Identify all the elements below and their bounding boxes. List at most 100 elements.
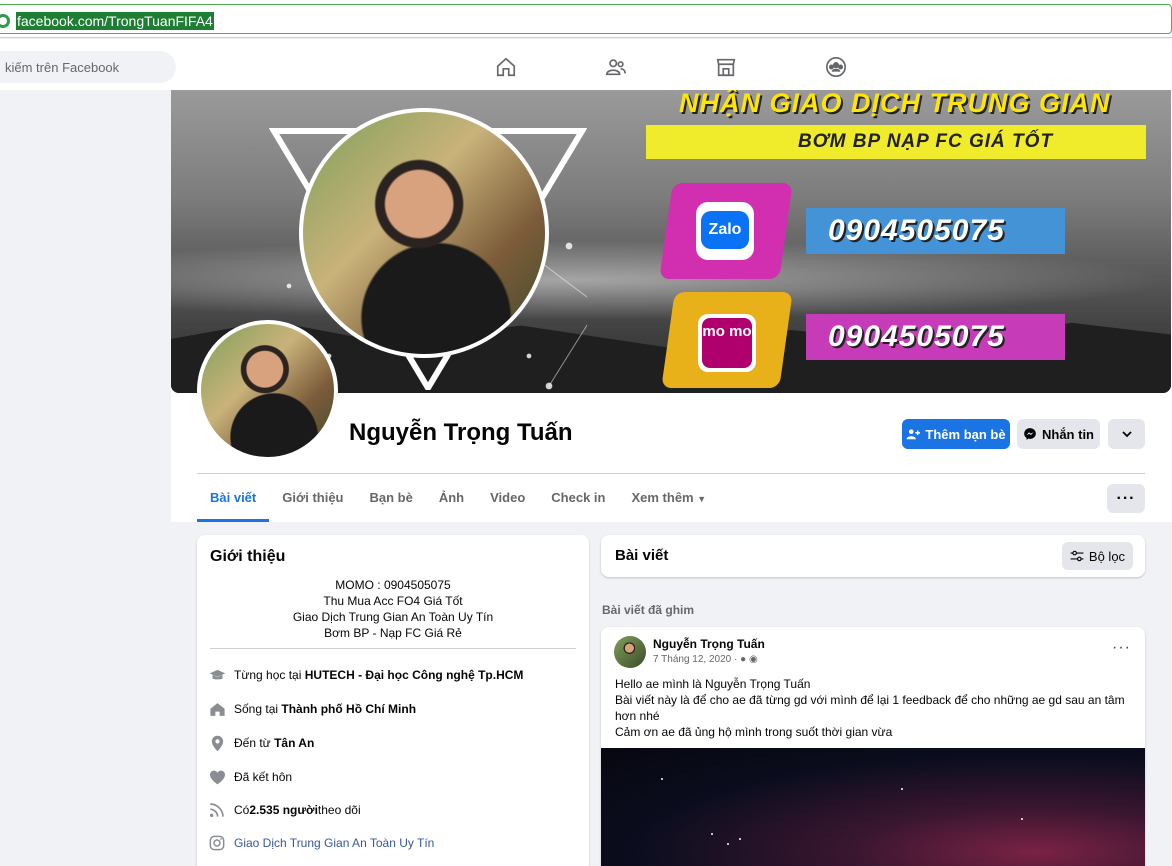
filter-sliders-icon [1070,550,1084,562]
intro-relationship: Đã kết hôn [208,767,292,787]
star [711,833,713,835]
followers-count[interactable]: 2.535 người [249,803,318,817]
hometown-prefix: Đến từ [234,736,271,750]
post-author-name[interactable]: Nguyễn Trọng Tuấn [653,637,765,651]
privacy-globe-icon: ◉ [748,654,758,665]
post-options-button[interactable]: ··· [1112,639,1131,657]
profile-name: Nguyễn Trọng Tuấn [349,419,573,446]
post-text: Hello ae mình là Nguyễn Trọng Tuấn Bài v… [615,676,1135,740]
tab-posts[interactable]: Bài viết [197,476,270,522]
star [1021,818,1023,820]
search-input[interactable]: kiếm trên Facebook [0,51,176,83]
chevron-down-icon [1121,431,1132,438]
intro-instagram[interactable]: Giao Dịch Trung Gian An Toàn Uy Tín [208,833,434,853]
tab-photos[interactable]: Ảnh [426,476,477,522]
relationship-status: Đã kết hôn [234,770,293,784]
filter-button[interactable]: Bộ lọc [1062,542,1133,570]
intro-current-city: Sống tại Thành phố Hồ Chí Minh [208,699,416,719]
zalo-logo-icon: Zalo [696,202,754,260]
momo-logo-icon: mo mo [698,314,756,372]
tab-check-ins[interactable]: Check in [538,476,618,522]
home-icon[interactable] [495,56,517,78]
post-date[interactable]: 7 Tháng 12, 2020 · ● ◉ [653,654,758,665]
current-city-prefix: Sống tại [234,702,279,716]
message-label: Nhắn tin [1042,426,1094,442]
education-prefix: Từng học tại [234,668,302,682]
instagram-link[interactable]: Giao Dịch Trung Gian An Toàn Uy Tín [234,836,434,850]
messenger-icon [1024,428,1036,440]
education-school[interactable]: HUTECH - Đại học Công nghệ Tp.HCM [305,668,524,682]
heart-icon [208,768,226,786]
url-text[interactable]: facebook.com/TrongTuanFIFA4 [16,12,214,30]
followers-suffix: theo dõi [317,803,361,817]
pinned-posts-label: Bài viết đã ghim [602,603,695,617]
friends-icon[interactable] [605,56,627,78]
current-city[interactable]: Thành phố Hồ Chí Minh [281,702,416,716]
left-gutter [0,90,171,522]
intro-bio: MOMO : 0904505075 Thu Mua Acc FO4 Giá Tố… [197,577,589,641]
zalo-phone: 0904505075 [828,214,1005,247]
pinned-post: Nguyễn Trọng Tuấn 7 Tháng 12, 2020 · ● ◉… [601,627,1145,866]
groups-icon[interactable] [825,56,847,78]
intro-card: Giới thiệu MOMO : 0904505075 Thu Mua Acc… [197,535,589,866]
tab-more-label: Xem thêm [631,490,694,505]
secure-lock-icon [0,14,10,28]
cover-headline: NHẬN GIAO DỊCH TRUNG GIAN [679,90,1111,118]
add-friend-button[interactable]: Thêm bạn bè [902,419,1010,449]
bio-line: Giao Dịch Trung Gian An Toàn Uy Tín [292,610,494,624]
intro-title: Giới thiệu [210,548,286,565]
add-friend-icon [906,429,921,440]
profile-avatar[interactable] [197,320,338,461]
instagram-icon [208,834,226,852]
posts-title: Bài viết [615,547,669,564]
post-image[interactable] [601,748,1145,866]
post-date-text: 7 Tháng 12, 2020 · [653,654,738,665]
tab-videos[interactable]: Video [477,476,538,522]
bio-line: MOMO : 0904505075 [335,578,451,592]
more-dots-icon: ··· [1116,489,1136,507]
post-line: Cảm ơn ae đã ủng hộ mình trong suốt thời… [615,725,893,739]
posts-header-card: Bài viết Bộ lọc [601,535,1145,577]
post-author-avatar[interactable] [614,636,646,668]
location-pin-icon [208,734,226,752]
rss-followers-icon [208,801,226,819]
facebook-top-nav: kiếm trên Facebook [0,39,1172,90]
bio-line: Thu Mua Acc FO4 Giá Tốt [323,594,463,608]
more-actions-button[interactable] [1108,419,1145,449]
add-friend-label: Thêm bạn bè [925,426,1006,442]
intro-education: Từng học tại HUTECH - Đại học Công nghệ … [208,665,523,685]
intro-followers: Có 2.535 người theo dõi [208,800,361,820]
post-line: Bài viết này là để cho ae đã từng gd với… [615,693,1125,723]
cover-portrait-photo [299,108,549,358]
tabs-more-options-button[interactable]: ··· [1107,484,1145,513]
address-bar-frame: facebook.com/TrongTuanFIFA4 [0,4,1172,34]
search-placeholder: kiếm trên Facebook [5,60,120,75]
star [727,843,729,845]
bio-line: Bơm BP - Nạp FC Giá Rẻ [324,626,462,640]
intro-hometown: Đến từ Tân An [208,733,314,753]
filter-label: Bộ lọc [1088,548,1126,564]
zalo-logo-text: Zalo [701,211,749,249]
marketplace-icon[interactable] [715,56,737,78]
pin-icon: ● [740,654,747,665]
star [739,838,741,840]
tab-friends[interactable]: Bạn bè [357,476,426,522]
graduation-cap-icon [208,666,226,684]
hometown[interactable]: Tân An [274,736,314,750]
message-button[interactable]: Nhắn tin [1017,419,1100,449]
momo-logo-text: mo mo [702,318,752,368]
profile-tabs: Bài viết Giới thiệu Bạn bè Ảnh Video Che… [197,476,719,522]
caret-down-icon: ▼ [697,494,707,504]
browser-address-bar[interactable]: facebook.com/TrongTuanFIFA4 [0,0,1172,38]
star [901,788,903,790]
house-icon [208,700,226,718]
momo-phone-bar: 0904505075 [806,314,1065,360]
followers-prefix: Có [234,803,250,817]
post-line: Hello ae mình là Nguyễn Trọng Tuấn [615,677,811,691]
tab-more[interactable]: Xem thêm ▼ [618,476,719,522]
intro-divider [210,648,576,649]
cover-subline-bar: BƠM BP NẠP FC GIÁ TỐT [646,125,1146,159]
tab-about[interactable]: Giới thiệu [269,476,356,522]
momo-phone: 0904505075 [828,320,1005,353]
cover-subline: BƠM BP NẠP FC GIÁ TỐT [798,131,1054,152]
